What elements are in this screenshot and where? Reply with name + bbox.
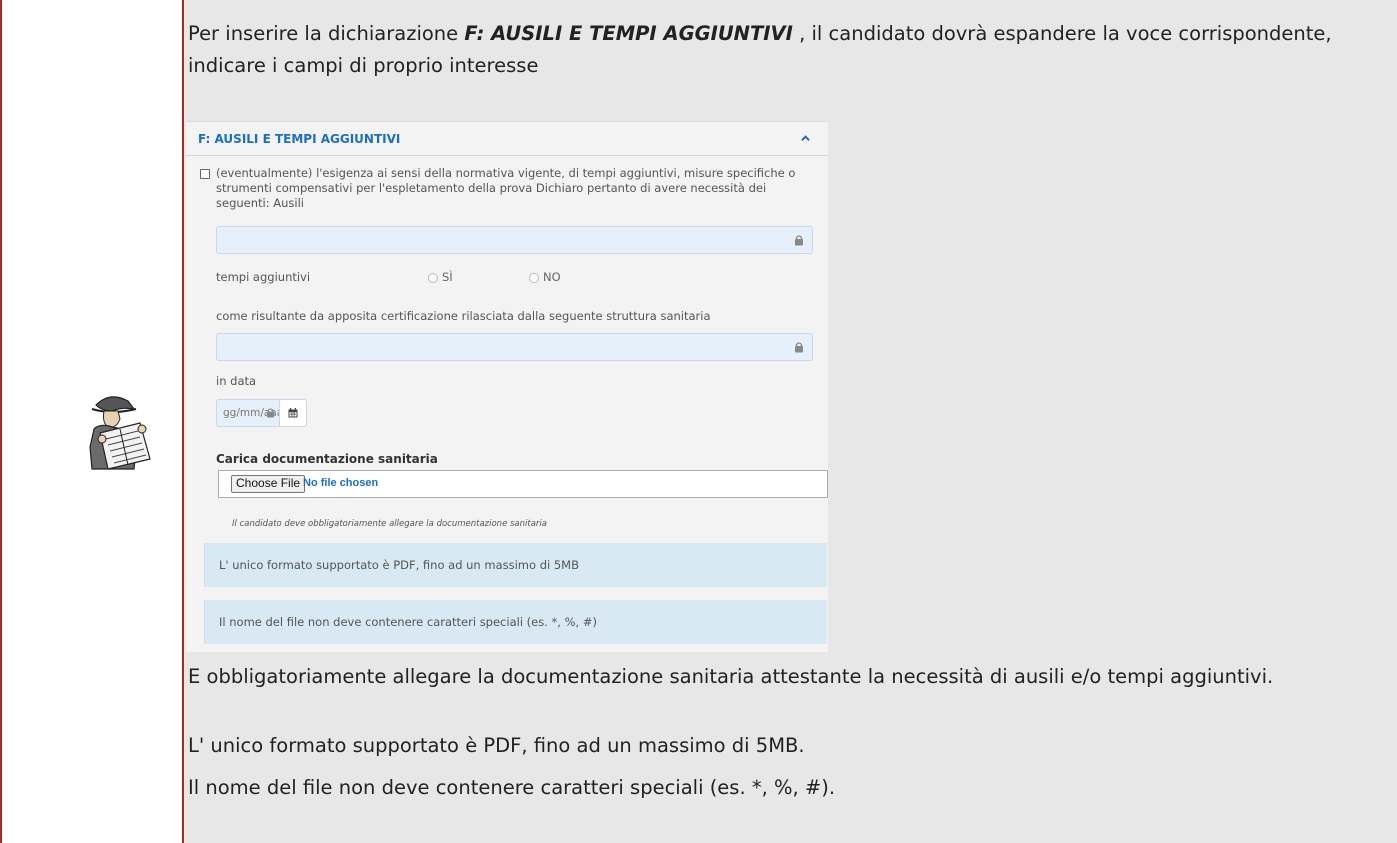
ausili-input[interactable]	[216, 226, 813, 254]
form-screenshot: F: AUSILI E TEMPI AGGIUNTIVI (eventualme…	[186, 121, 828, 652]
ausili-checkbox-label: (eventualmente) l'esigenza ai sensi dell…	[216, 166, 796, 210]
accordion-header[interactable]: F: AUSILI E TEMPI AGGIUNTIVI	[186, 122, 828, 156]
info-filename-text: Il nome del file non deve contenere cara…	[219, 615, 597, 629]
certificazione-label: come risultante da apposita certificazio…	[216, 309, 711, 323]
file-upload-field[interactable]: Choose File No file chosen	[218, 470, 828, 498]
info-box-format: L' unico formato supportato è PDF, fino …	[204, 543, 827, 587]
upload-title: Carica documentazione sanitaria	[216, 452, 438, 466]
radio-no-label: NO	[543, 270, 561, 284]
chevron-up-icon[interactable]	[801, 134, 810, 143]
radio-no[interactable]	[529, 273, 539, 283]
accordion-title: F: AUSILI E TEMPI AGGIUNTIVI	[198, 132, 401, 146]
choose-file-button[interactable]: Choose File	[231, 475, 306, 493]
intro-paragraph: Per inserire la dichiarazione F: AUSILI …	[188, 18, 1378, 82]
file-status: No file chosen	[303, 477, 379, 489]
note-format: L' unico formato supportato è PDF, fino …	[188, 734, 805, 757]
note-filename: Il nome del file non deve contenere cara…	[188, 776, 836, 799]
lock-icon	[266, 408, 275, 418]
info-format-text: L' unico formato supportato è PDF, fino …	[219, 558, 579, 572]
date-input[interactable]: gg/mm/aaaa	[216, 399, 290, 427]
in-data-label: in data	[216, 374, 257, 388]
radio-si-label: SÌ	[442, 270, 453, 284]
radio-si[interactable]	[428, 273, 438, 283]
upload-hint: Il candidato deve obbligatoriamente alle…	[232, 519, 547, 529]
struttura-sanitaria-input[interactable]	[216, 333, 813, 361]
calendar-button[interactable]	[279, 399, 307, 427]
intro-highlight: F: AUSILI E TEMPI AGGIUNTIVI	[464, 22, 793, 45]
lock-icon	[795, 342, 803, 353]
tempi-aggiuntivi-label: tempi aggiuntivi	[216, 270, 311, 284]
note-mandatory: E obbligatoriamente allegare la document…	[188, 665, 1274, 688]
lock-icon	[795, 235, 803, 246]
intro-text-before: Per inserire la dichiarazione	[188, 22, 465, 45]
calendar-icon	[288, 408, 298, 418]
detective-reading-icon	[89, 396, 151, 470]
info-box-filename: Il nome del file non deve contenere cara…	[204, 600, 827, 644]
ausili-checkbox[interactable]	[200, 169, 210, 179]
